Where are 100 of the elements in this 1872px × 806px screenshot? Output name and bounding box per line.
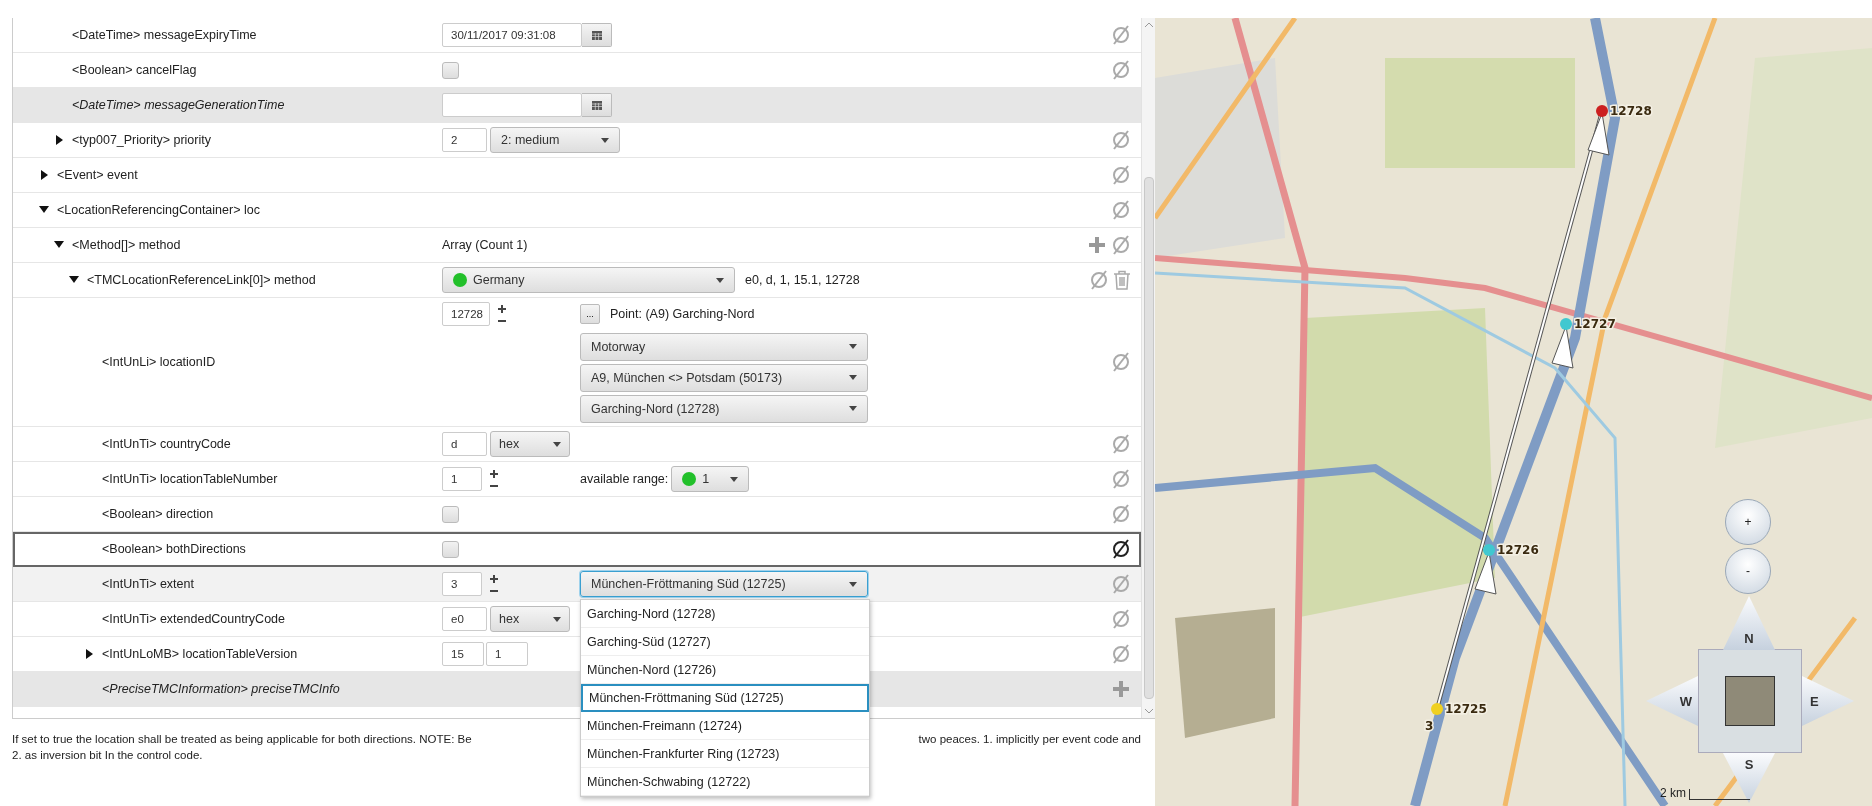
map-marker[interactable] — [1483, 544, 1495, 556]
tree-row[interactable]: <IntUnTi> locationTableNumber 1 available range: 1 — [13, 462, 1141, 497]
range-select[interactable]: 1 — [671, 466, 750, 492]
tree-row[interactable]: <typ007_Priority> priority 2 2: medium — [13, 123, 1141, 158]
tree-row[interactable]: <DateTime> messageGenerationTime — [13, 88, 1141, 123]
caret-icon — [849, 406, 857, 411]
calendar-button[interactable] — [582, 93, 612, 117]
scrollbar-thumb[interactable] — [1143, 177, 1154, 699]
field-label: <Boolean> direction — [102, 507, 214, 521]
dropdown-option[interactable]: Garching-Nord (12728) — [581, 600, 869, 628]
format-select[interactable]: hex — [490, 606, 570, 632]
format-select[interactable]: hex — [490, 431, 570, 457]
field-label: <IntUnTi> countryCode — [102, 437, 231, 451]
expand-arrow-icon[interactable] — [39, 170, 49, 180]
field-label: <IntUnLoMB> locationTableVersion — [102, 647, 298, 661]
field-label: <Boolean> cancelFlag — [72, 63, 197, 77]
field-label: <LocationReferencingContainer> loc — [57, 203, 260, 217]
map-marker[interactable] — [1596, 105, 1608, 117]
description-text: two peaces. 1. implicitly per event code and — [918, 733, 1142, 745]
marker-label: 12728 — [1610, 104, 1652, 118]
caret-icon — [601, 137, 609, 143]
add-icon[interactable] — [1111, 679, 1131, 699]
tree-row[interactable]: <LocationReferencingContainer> loc — [13, 193, 1141, 228]
caret-icon — [849, 375, 857, 380]
dropdown-option[interactable]: München-Nord (12726) — [581, 656, 869, 684]
scale-bar — [1689, 789, 1750, 800]
number-field[interactable]: 3 — [442, 572, 482, 596]
reference-summary: e0, d, 1, 15.1, 12728 — [745, 273, 860, 287]
minor-version-field[interactable]: 1 — [486, 642, 528, 666]
location-id-field[interactable]: 12728 — [442, 301, 490, 326]
map-marker[interactable] — [1431, 703, 1443, 715]
tree-row[interactable]: <Method[]> method Array (Count 1) — [13, 228, 1141, 263]
overview-map[interactable] — [1698, 649, 1802, 753]
dropdown-option[interactable]: München-Schwabing (12722) — [581, 768, 869, 796]
description-text: 2. as inversion bit In the control code. — [12, 749, 203, 761]
scrollbar[interactable] — [1141, 18, 1155, 718]
calendar-icon — [591, 30, 602, 40]
expand-arrow-icon[interactable] — [54, 240, 64, 250]
caret-icon — [849, 344, 857, 349]
field-label: <Event> event — [57, 168, 138, 182]
description-text: If set to true the location shall be treated as being applicable for both directions. NOTE: Be — [12, 733, 472, 745]
tree-row[interactable]: <IntUnTi> countryCode d hex — [13, 427, 1141, 462]
location-select[interactable]: Motorway — [580, 332, 868, 361]
location-select[interactable]: A9, München <> Potsdam (50173) — [580, 363, 868, 392]
plus-minus-icon[interactable] — [488, 574, 500, 594]
caret-icon — [553, 616, 561, 622]
tree-row[interactable]: <TMCLocationReferenceLink[0]> method Germany e0, d, 1, 15.1, 12728 — [13, 263, 1141, 298]
plus-minus-icon[interactable] — [496, 303, 508, 324]
calendar-button[interactable] — [582, 23, 612, 47]
plus-minus-icon[interactable] — [488, 469, 500, 489]
field-label: <typ007_Priority> priority — [72, 133, 211, 147]
country-name: Germany — [473, 273, 525, 287]
major-version-field[interactable]: 15 — [442, 642, 484, 666]
marker-label: 3 — [1425, 719, 1434, 733]
priority-select[interactable]: 2: medium — [490, 127, 620, 153]
code-field[interactable]: d — [442, 432, 487, 456]
caret-icon — [730, 476, 739, 482]
expand-arrow-icon[interactable] — [69, 275, 79, 285]
date-time-field[interactable] — [442, 93, 582, 117]
checkbox[interactable] — [442, 505, 459, 523]
expand-arrow-icon[interactable] — [54, 135, 64, 145]
clear-icon[interactable] — [1111, 538, 1131, 560]
field-label: <DateTime> messageExpiryTime — [72, 28, 257, 42]
map-marker[interactable] — [1560, 318, 1572, 330]
expand-arrow-icon[interactable] — [84, 649, 94, 659]
number-field[interactable]: 1 — [442, 467, 482, 491]
field-label: <Boolean> bothDirections — [102, 542, 246, 556]
marker-label: 12725 — [1445, 702, 1487, 716]
field-label: <TMCLocationReferenceLink[0]> method — [87, 273, 316, 287]
caret-icon — [849, 581, 857, 587]
number-field[interactable]: 2 — [442, 128, 487, 152]
field-label: <IntUnLi> locationID — [102, 355, 216, 369]
dropdown-option[interactable]: München-Fröttmaning Süd (12725) — [581, 684, 869, 712]
checkbox[interactable] — [442, 61, 459, 79]
checkbox[interactable] — [442, 540, 459, 558]
field-label: <IntUnTi> extendedCountryCode — [102, 612, 285, 626]
country-select[interactable]: Germany — [442, 267, 735, 293]
code-field[interactable]: e0 — [442, 607, 487, 631]
scroll-down-icon[interactable] — [1143, 708, 1154, 714]
date-time-field[interactable]: 30/11/2017 09:31:08 — [442, 23, 582, 47]
expand-arrow-icon[interactable] — [39, 205, 49, 215]
tree-row[interactable]: <Event> event — [13, 158, 1141, 193]
dropdown-option[interactable]: Garching-Süd (12727) — [581, 628, 869, 656]
location-select[interactable]: Garching-Nord (12728) — [580, 394, 868, 423]
calendar-icon — [591, 100, 602, 110]
trash-icon[interactable] — [1113, 270, 1131, 290]
add-icon[interactable] — [1087, 235, 1107, 255]
extent-select[interactable]: München-Fröttmaning Süd (12725) — [580, 571, 868, 597]
tree-row[interactable]: <DateTime> messageExpiryTime 30/11/2017 09:31:08 — [13, 18, 1141, 53]
scroll-up-icon[interactable] — [1143, 22, 1154, 28]
tree-row[interactable]: <Boolean> bothDirections — [13, 532, 1141, 567]
tree-row[interactable]: <Boolean> direction — [13, 497, 1141, 532]
dropdown-option[interactable]: München-Freimann (12724) — [581, 712, 869, 740]
range-value: 1 — [702, 472, 710, 486]
field-label: <PreciseTMCInformation> preciseTMCInfo — [102, 682, 340, 696]
array-count: Array (Count 1) — [442, 238, 528, 252]
field-label: <DateTime> messageGenerationTime — [72, 98, 285, 112]
tree-row[interactable]: <IntUnLi> locationID 12728 ... Point: (A9) Garching-Nord Motorway A9, München <> Potsdam (50173) Garching-Nord (12728) — [13, 298, 1141, 427]
dropdown-option[interactable]: München-Frankfurter Ring (12723) — [581, 740, 869, 768]
browse-button[interactable]: ... — [580, 303, 600, 324]
